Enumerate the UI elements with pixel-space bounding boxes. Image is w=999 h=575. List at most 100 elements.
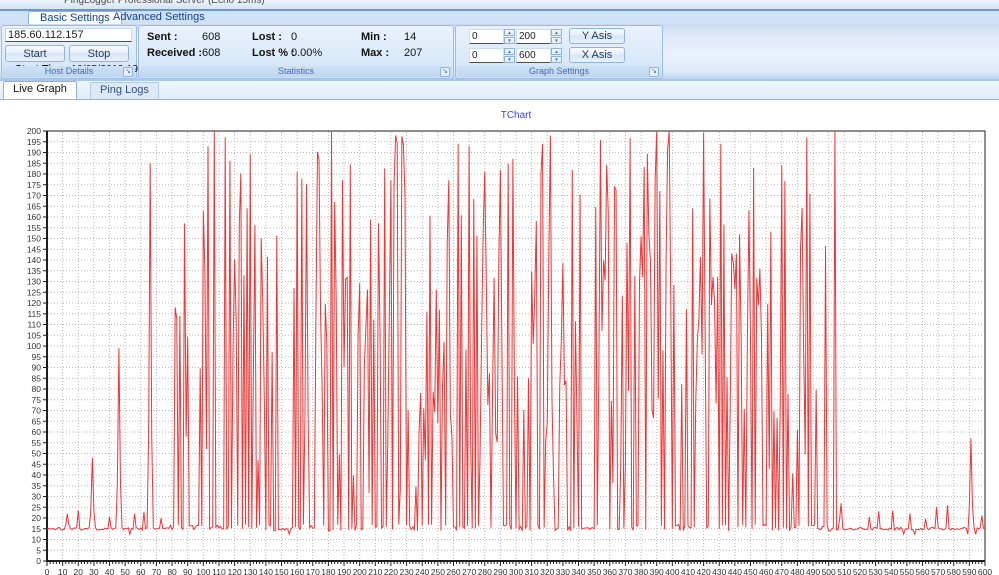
svg-text:15: 15 [32, 524, 42, 534]
svg-text:300: 300 [509, 567, 523, 575]
lost-value: 0 [291, 31, 297, 43]
svg-text:160: 160 [290, 567, 304, 575]
svg-text:560: 560 [915, 567, 929, 575]
x-axis-max-input[interactable] [516, 48, 551, 63]
svg-text:190: 190 [337, 567, 351, 575]
svg-text:50: 50 [120, 567, 130, 575]
chart-title: TChart [47, 110, 985, 121]
svg-text:5: 5 [36, 545, 41, 555]
dialog-launcher-icon[interactable]: ↘ [123, 67, 133, 77]
svg-text:460: 460 [759, 567, 773, 575]
svg-text:380: 380 [634, 567, 648, 575]
svg-text:20: 20 [32, 513, 42, 523]
svg-text:200: 200 [353, 567, 367, 575]
svg-text:200: 200 [27, 126, 41, 136]
svg-text:190: 190 [27, 148, 41, 158]
svg-text:180: 180 [321, 567, 335, 575]
svg-text:25: 25 [32, 502, 42, 512]
svg-text:110: 110 [27, 320, 41, 330]
svg-text:270: 270 [462, 567, 476, 575]
group-footer-graph-settings: Graph Settings ↘ [457, 66, 661, 77]
lost-label: Lost : [252, 31, 282, 43]
svg-text:500: 500 [822, 567, 836, 575]
y-axis-button[interactable]: Y Asis [569, 28, 625, 44]
svg-text:130: 130 [27, 277, 41, 287]
start-button[interactable]: Start [5, 45, 65, 62]
svg-text:310: 310 [525, 567, 539, 575]
ribbon: Start Stop Start Time : 10/05/2019 19:37… [0, 24, 999, 79]
svg-text:80: 80 [167, 567, 177, 575]
svg-text:150: 150 [27, 234, 41, 244]
svg-text:160: 160 [27, 212, 41, 222]
svg-text:370: 370 [618, 567, 632, 575]
svg-text:140: 140 [259, 567, 273, 575]
svg-text:530: 530 [868, 567, 882, 575]
dialog-launcher-icon[interactable]: ↘ [440, 67, 450, 77]
svg-text:50: 50 [32, 449, 42, 459]
svg-text:440: 440 [728, 567, 742, 575]
svg-text:410: 410 [681, 567, 695, 575]
dialog-launcher-icon[interactable]: ↘ [649, 67, 659, 77]
x-axis-button[interactable]: X Asis [569, 47, 625, 63]
group-label-host-details: Host Details [45, 66, 94, 76]
svg-text:170: 170 [306, 567, 320, 575]
stop-button[interactable]: Stop [69, 45, 129, 62]
svg-text:550: 550 [900, 567, 914, 575]
svg-text:420: 420 [697, 567, 711, 575]
svg-text:170: 170 [27, 191, 41, 201]
svg-text:35: 35 [32, 481, 42, 491]
svg-text:510: 510 [837, 567, 851, 575]
svg-text:45: 45 [32, 459, 42, 469]
ribbon-tab-advanced-settings[interactable]: Advanced Settings [102, 11, 216, 23]
tab-ping-logs[interactable]: Ping Logs [90, 82, 159, 99]
x-axis-min-input[interactable] [469, 48, 504, 63]
svg-text:125: 125 [27, 287, 41, 297]
svg-text:260: 260 [446, 567, 460, 575]
spinner-up-button[interactable]: ▲ [551, 29, 562, 36]
sent-label: Sent : [147, 31, 178, 43]
svg-text:350: 350 [587, 567, 601, 575]
spinner-down-button[interactable]: ▼ [551, 37, 562, 44]
x-axis-max-spinner: ▲ ▼ [516, 48, 560, 63]
svg-text:85: 85 [32, 373, 42, 383]
svg-text:590: 590 [962, 567, 976, 575]
tab-live-graph[interactable]: Live Graph [3, 81, 77, 99]
view-tab-bar: Live Graph Ping Logs [0, 81, 999, 100]
svg-text:65: 65 [32, 416, 42, 426]
svg-text:110: 110 [212, 567, 226, 575]
sent-value: 608 [202, 31, 220, 43]
spinner-down-button[interactable]: ▼ [504, 37, 515, 44]
y-axis-min-input[interactable] [469, 29, 504, 44]
svg-text:100: 100 [27, 341, 41, 351]
y-axis-max-input[interactable] [516, 29, 551, 44]
spinner-up-button[interactable]: ▲ [551, 48, 562, 55]
titlebar: PingLogger Professional Server (Echo 15m… [0, 0, 999, 9]
spinner-down-button[interactable]: ▼ [504, 56, 515, 63]
svg-text:95: 95 [32, 352, 42, 362]
host-ip-input[interactable] [5, 28, 132, 42]
spinner-down-button[interactable]: ▼ [551, 56, 562, 63]
svg-text:180: 180 [27, 169, 41, 179]
svg-text:155: 155 [27, 223, 41, 233]
svg-text:40: 40 [32, 470, 42, 480]
spinner-up-button[interactable]: ▲ [504, 48, 515, 55]
y-axis-min-spinner: ▲ ▼ [469, 29, 513, 44]
svg-text:185: 185 [27, 158, 41, 168]
svg-text:230: 230 [399, 567, 413, 575]
svg-text:0: 0 [45, 567, 50, 575]
svg-text:320: 320 [540, 567, 554, 575]
group-footer-host-details: Host Details ↘ [3, 66, 135, 77]
chart-area: TChart 051015202530354045505560657075808… [0, 100, 999, 575]
spinner-up-button[interactable]: ▲ [504, 29, 515, 36]
svg-text:100: 100 [196, 567, 210, 575]
lost-pct-label: Lost % : [252, 47, 295, 59]
chart-canvas: 0510152025303540455055606570758085909510… [0, 126, 999, 575]
y-axis-max-spinner: ▲ ▼ [516, 29, 560, 44]
svg-text:600: 600 [978, 567, 992, 575]
min-value: 14 [404, 31, 416, 43]
svg-text:250: 250 [431, 567, 445, 575]
svg-text:430: 430 [712, 567, 726, 575]
svg-text:330: 330 [556, 567, 570, 575]
svg-text:30: 30 [89, 567, 99, 575]
received-label: Received : [147, 47, 202, 59]
